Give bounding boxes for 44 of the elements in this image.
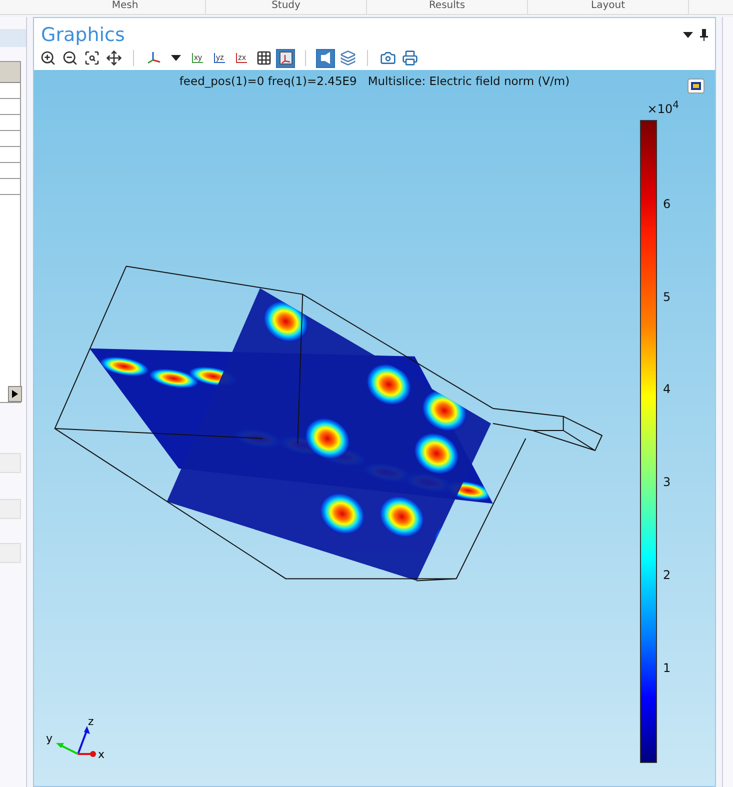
toolbar-button[interactable] [276,48,295,68]
table-header [0,62,20,83]
view-button[interactable]: yz [210,48,229,68]
view-button[interactable]: xy [188,48,207,68]
colorbar-tick-label: 5 [663,290,671,304]
view-label: zx [236,53,247,63]
scene-icon[interactable] [687,78,705,94]
scale-label: ×10$^{4}$ [647,100,679,116]
colorbar-tick-label: 2 [663,568,671,582]
ribbon-tab[interactable]: Results [367,0,528,14]
view-label: yz [214,53,225,63]
ribbon-tab[interactable]: Mesh [45,0,206,14]
panel-header [0,29,26,47]
zoom-in-icon [40,50,56,66]
printer-icon [402,50,418,66]
grid-icon [256,50,272,66]
layers-icon [340,50,356,66]
axes-icon [278,51,292,65]
toolbar-button[interactable] [104,48,123,68]
view-label: xy [192,53,203,63]
caret-icon[interactable] [683,32,693,38]
plot-title: feed_pos(1)=0 freq(1)=2.45E9 Multislice: Electric field norm (V/m) [179,73,570,88]
input-field[interactable] [0,543,21,563]
colorbar-tick-label: 1 [663,661,671,676]
zoom-extents-icon [106,50,122,66]
right-arrow-icon [12,390,18,398]
view-button[interactable]: zx [232,48,251,68]
input-field[interactable] [0,453,21,473]
colorbar-tick-label: 3 [663,475,671,490]
scroll-arrow-button[interactable] [8,386,22,402]
panel-title: Graphics [41,24,126,46]
input-field[interactable] [0,499,21,519]
zoom-out-icon [62,50,78,66]
colorbar-tick-label: 4 [663,382,671,396]
camera-icon [380,50,396,66]
colorbar-tick-label: 6 [663,196,671,211]
caret-icon [170,55,180,61]
ribbon-tab[interactable]: Layout [528,0,689,14]
pin-icon[interactable] [699,29,709,41]
axis-triad-drawing: x y z [42,716,112,766]
ribbon-tab[interactable]: Study [206,0,367,14]
light-icon [318,51,332,65]
zoom-box-icon [84,50,100,66]
axes-icon [146,50,162,66]
